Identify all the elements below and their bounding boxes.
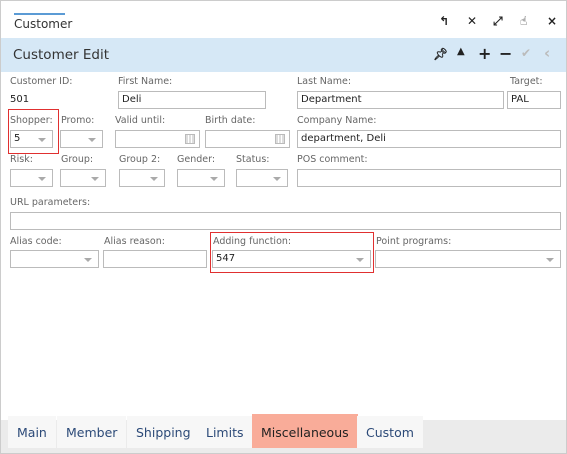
tab-custom[interactable]: Custom xyxy=(357,416,423,448)
pointer-icon[interactable]: ☝ xyxy=(520,14,527,28)
group2-label: Group 2: xyxy=(119,154,161,165)
collapse-icon[interactable]: ✕ xyxy=(467,14,477,28)
minus-icon[interactable]: − xyxy=(499,44,512,63)
tab-main[interactable]: Main xyxy=(8,416,56,448)
tab-miscellaneous[interactable]: Miscellaneous xyxy=(252,414,358,448)
adding-function-select[interactable]: 547 xyxy=(212,250,371,268)
tab-member[interactable]: Member xyxy=(57,416,127,448)
point-programs-label: Point programs: xyxy=(376,236,452,247)
url-parameters-input[interactable] xyxy=(10,212,561,230)
promo-select[interactable] xyxy=(60,130,103,148)
customer-id-label: Customer ID: xyxy=(10,76,73,87)
tab-shipping[interactable]: Shipping xyxy=(127,416,200,448)
customer-id-value: 501 xyxy=(10,94,30,105)
check-icon[interactable]: ✔ xyxy=(521,46,531,60)
calendar-icon[interactable] xyxy=(185,134,195,144)
group2-select[interactable] xyxy=(119,169,165,187)
pos-comment-label: POS comment: xyxy=(297,154,368,165)
window-title[interactable]: Customer xyxy=(14,17,72,31)
company-name-input[interactable]: department, Deli xyxy=(297,130,561,148)
last-name-label: Last Name: xyxy=(297,76,352,87)
gender-select[interactable] xyxy=(177,169,225,187)
group-select[interactable] xyxy=(60,169,106,187)
alias-code-select[interactable] xyxy=(10,250,99,268)
promo-label: Promo: xyxy=(61,115,95,126)
customer-window: Customer ↰ ✕ ⤢ ☝ × Customer Edit 📌︎ ▲ + … xyxy=(0,0,567,454)
header-title: Customer Edit xyxy=(13,47,110,63)
alias-reason-input[interactable] xyxy=(103,250,207,268)
plus-icon[interactable]: + xyxy=(478,44,491,63)
risk-label: Risk: xyxy=(10,154,33,165)
url-parameters-label: URL parameters: xyxy=(10,197,91,208)
close-icon[interactable]: × xyxy=(547,14,557,28)
calendar-icon[interactable] xyxy=(275,134,285,144)
adding-function-label: Adding function: xyxy=(213,236,292,247)
company-name-label: Company Name: xyxy=(297,115,377,126)
risk-select[interactable] xyxy=(10,169,53,187)
shopper-select[interactable]: 5 xyxy=(10,130,53,148)
edit-header: Customer Edit 📌︎ ▲ + − ✔ ‹ xyxy=(1,38,566,72)
last-name-input[interactable]: Department xyxy=(297,91,504,109)
pos-comment-input[interactable] xyxy=(297,169,561,187)
status-select[interactable] xyxy=(236,169,288,187)
tab-limits[interactable]: Limits xyxy=(197,416,253,448)
point-programs-select[interactable] xyxy=(375,250,561,268)
target-label: Target: xyxy=(510,76,543,87)
valid-until-label: Valid until: xyxy=(115,115,166,126)
first-name-input[interactable]: Deli xyxy=(118,91,266,109)
first-name-label: First Name: xyxy=(118,76,173,87)
target-input[interactable]: PAL xyxy=(507,91,561,109)
alias-reason-label: Alias reason: xyxy=(104,236,165,247)
group-label: Group: xyxy=(61,154,94,165)
alias-code-label: Alias code: xyxy=(10,236,62,247)
expand-icon[interactable]: ⤢ xyxy=(493,14,503,29)
status-label: Status: xyxy=(236,154,270,165)
chevron-left-icon[interactable]: ‹ xyxy=(544,44,550,62)
birth-date-input[interactable] xyxy=(205,130,290,148)
valid-until-input[interactable] xyxy=(115,130,200,148)
birth-date-label: Birth date: xyxy=(205,115,256,126)
shopper-label: Shopper: xyxy=(10,115,53,126)
caret-up-icon[interactable]: ▲ xyxy=(457,46,465,57)
title-tab-indicator xyxy=(14,13,65,15)
gender-label: Gender: xyxy=(177,154,216,165)
undo-icon[interactable]: ↰ xyxy=(439,14,449,28)
pin-icon[interactable]: 📌︎ xyxy=(433,47,448,61)
